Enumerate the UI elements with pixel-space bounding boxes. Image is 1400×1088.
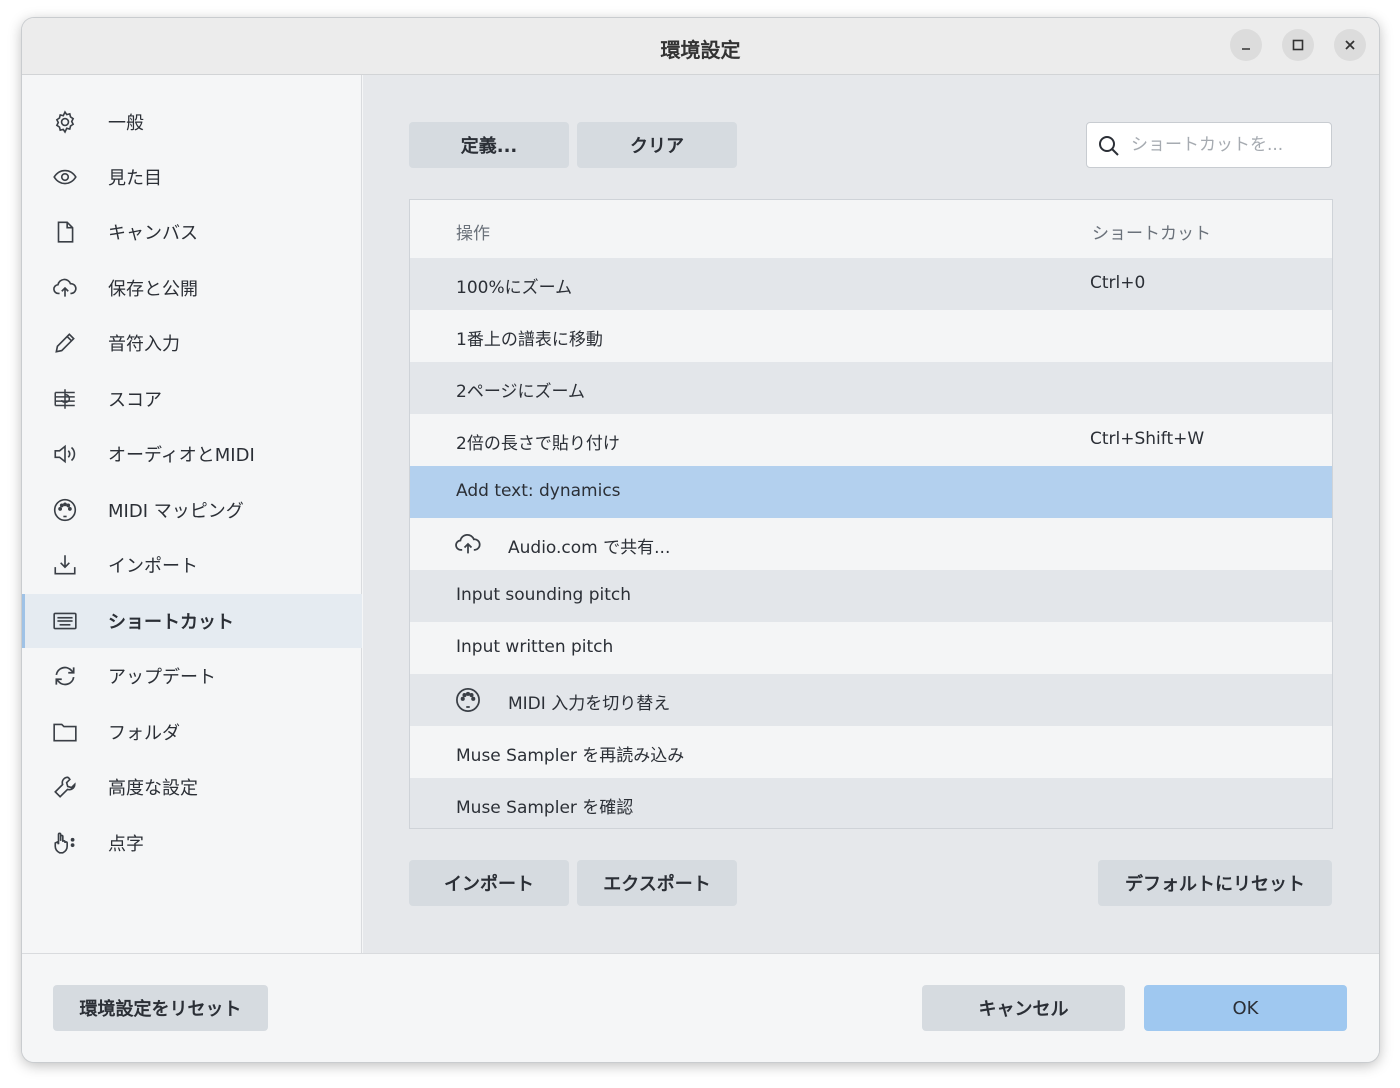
table-row[interactable]: Input written pitch (410, 622, 1332, 674)
sidebar-item-canvas[interactable]: キャンバス (22, 205, 362, 259)
download-icon (50, 550, 80, 580)
clear-button[interactable]: クリア (577, 122, 737, 168)
row-action-name: 2ページにズーム (456, 382, 585, 402)
score-icon (50, 384, 80, 414)
minimize-button[interactable] (1230, 29, 1262, 61)
sidebar-item-midi-mapping[interactable]: MIDI マッピング (22, 483, 362, 537)
table-row[interactable]: 2倍の長さで貼り付け Ctrl+Shift+W (410, 414, 1332, 466)
dialog-footer: 環境設定をリセット キャンセル OK (22, 953, 1379, 1062)
row-action-name: Input sounding pitch (456, 585, 632, 605)
cloud-upload-icon (455, 533, 481, 554)
sidebar-item-general[interactable]: 一般 (22, 95, 362, 149)
row-action-name: 1番上の譜表に移動 (456, 330, 603, 350)
row-shortcut: Ctrl+Shift+W (1090, 429, 1205, 449)
midi-port-icon (456, 688, 480, 712)
sidebar-item-braille[interactable]: 点字 (22, 816, 362, 870)
sidebar: 一般 見た目 キャンバス 保存と公開 音符入力 スコア オーディオとMIDI M… (22, 75, 362, 953)
sidebar-item-save-publish[interactable]: 保存と公開 (22, 261, 362, 315)
row-action-name: 100%にズーム (456, 278, 573, 298)
sidebar-item-folders[interactable]: フォルダ (22, 705, 362, 759)
row-shortcut: Ctrl+0 (1090, 273, 1146, 293)
sidebar-item-label: 一般 (108, 113, 144, 134)
speaker-icon (50, 439, 80, 469)
reset-to-default-button[interactable]: デフォルトにリセット (1098, 860, 1332, 906)
sidebar-item-label: 見た目 (108, 168, 162, 189)
table-row-selected[interactable]: Add text: dynamics (410, 466, 1332, 518)
sidebar-item-label: アップデート (108, 667, 216, 688)
sidebar-item-score[interactable]: スコア (22, 372, 362, 426)
reset-preferences-button[interactable]: 環境設定をリセット (53, 985, 268, 1031)
row-action-name: Input written pitch (456, 637, 614, 657)
midi-port-icon (50, 495, 80, 525)
sidebar-item-label: 音符入力 (108, 334, 180, 355)
sidebar-item-shortcuts[interactable]: ショートカット (22, 594, 362, 648)
maximize-icon (1292, 39, 1304, 51)
pencil-icon (50, 328, 80, 358)
row-action-name: Muse Sampler を確認 (456, 798, 634, 818)
column-header-shortcut[interactable]: ショートカット (1092, 219, 1211, 244)
gear-icon (50, 107, 80, 137)
table-row[interactable]: 2ページにズーム (410, 362, 1332, 414)
table-row[interactable]: Audio.com で共有... (410, 518, 1332, 570)
sidebar-item-label: ショートカット (108, 612, 234, 633)
sidebar-item-label: インポート (108, 556, 198, 577)
sidebar-item-label: 高度な設定 (108, 778, 198, 799)
minimize-icon (1242, 48, 1250, 50)
search-input[interactable] (1131, 131, 1321, 159)
ok-button[interactable]: OK (1144, 985, 1347, 1031)
sidebar-item-label: 保存と公開 (108, 279, 198, 300)
sidebar-item-label: MIDI マッピング (108, 501, 244, 522)
search-icon (1099, 136, 1119, 156)
braille-hand-icon (50, 828, 80, 858)
close-button[interactable] (1334, 29, 1366, 61)
shortcuts-panel: 定義... クリア 操作 ショートカット 100%にズーム Ctrl+0 1番上… (363, 75, 1379, 953)
table-row[interactable]: MIDI 入力を切り替え (410, 674, 1332, 726)
preferences-window: 環境設定 一般 見た目 キャンバス 保存と公開 音符入力 スコア オーディオとM… (22, 18, 1379, 1062)
sidebar-item-label: フォルダ (108, 723, 180, 744)
page-icon (50, 217, 80, 247)
close-icon (1345, 40, 1355, 50)
refresh-icon (50, 661, 80, 691)
define-button[interactable]: 定義... (409, 122, 569, 168)
wrench-icon (50, 772, 80, 802)
shortcuts-table: 操作 ショートカット 100%にズーム Ctrl+0 1番上の譜表に移動 2ペー… (409, 199, 1333, 829)
sidebar-item-label: スコア (108, 390, 162, 411)
keyboard-icon (50, 606, 80, 636)
sidebar-item-update[interactable]: アップデート (22, 649, 362, 703)
sidebar-item-import[interactable]: インポート (22, 538, 362, 592)
eye-icon (50, 162, 80, 192)
title-bar: 環境設定 (22, 18, 1379, 75)
sidebar-item-label: 点字 (108, 834, 144, 855)
row-action-name: Add text: dynamics (456, 481, 621, 501)
table-header: 操作 ショートカット (410, 200, 1332, 258)
sidebar-item-appearance[interactable]: 見た目 (22, 150, 362, 204)
sidebar-item-audio-midi[interactable]: オーディオとMIDI (22, 427, 362, 481)
sidebar-item-label: キャンバス (108, 223, 198, 244)
cancel-button[interactable]: キャンセル (922, 985, 1125, 1031)
shortcut-search (1086, 122, 1332, 168)
sidebar-item-label: オーディオとMIDI (108, 445, 255, 466)
sidebar-item-note-input[interactable]: 音符入力 (22, 316, 362, 370)
folder-icon (50, 717, 80, 747)
window-title: 環境設定 (660, 38, 741, 62)
import-shortcuts-button[interactable]: インポート (409, 860, 569, 906)
row-action-name: 2倍の長さで貼り付け (456, 434, 620, 454)
maximize-button[interactable] (1282, 29, 1314, 61)
table-row[interactable]: 100%にズーム Ctrl+0 (410, 258, 1332, 310)
cloud-upload-icon (50, 273, 80, 303)
row-action-name: MIDI 入力を切り替え (508, 694, 671, 714)
table-row[interactable]: Muse Sampler を再読み込み (410, 726, 1332, 778)
column-header-action[interactable]: 操作 (456, 219, 490, 244)
sidebar-item-advanced[interactable]: 高度な設定 (22, 760, 362, 814)
table-row[interactable]: Muse Sampler を確認 (410, 778, 1332, 828)
table-row[interactable]: Input sounding pitch (410, 570, 1332, 622)
row-action-name: Audio.com で共有... (508, 538, 671, 558)
table-row[interactable]: 1番上の譜表に移動 (410, 310, 1332, 362)
row-action-name: Muse Sampler を再読み込み (456, 746, 685, 766)
export-shortcuts-button[interactable]: エクスポート (577, 860, 737, 906)
